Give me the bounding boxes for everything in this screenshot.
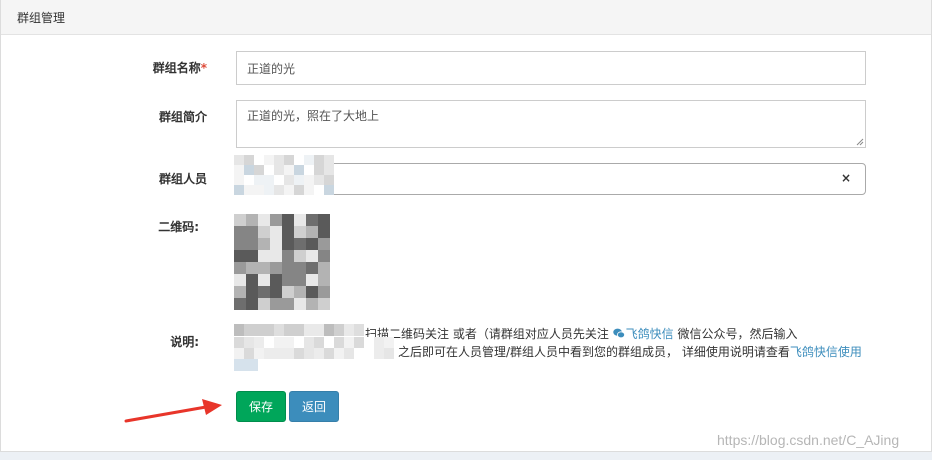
wechat-icon [612, 328, 625, 339]
panel-header: 群组管理 [1, 0, 931, 35]
description-label: 说明: [170, 335, 199, 349]
feige-usage-link[interactable]: 飞鸽快信使用 [790, 345, 862, 359]
page-title: 群组管理 [17, 11, 66, 25]
feige-link[interactable]: 飞鸽快信 [612, 327, 674, 341]
red-arrow-annotation [124, 399, 222, 423]
group-name-label: 群组名称* [152, 61, 207, 75]
blurred-description-end [234, 359, 258, 371]
back-button[interactable]: 返回 [289, 391, 339, 422]
description-line-1: 扫描二维码关注 或者（请群组对应人员先关注 飞鸽快信 微信公众号，然后输入 [365, 327, 798, 341]
blurred-description-start [234, 324, 364, 336]
qrcode-label: 二维码: [158, 220, 199, 234]
description-line-2: 之后即可在人员管理/群组人员中看到您的群组成员， 详细使用说明请查看飞鸽快信使用 [398, 345, 862, 359]
group-intro-textarea[interactable] [236, 100, 866, 148]
group-name-input[interactable] [236, 51, 866, 85]
clear-members-icon[interactable]: × [841, 171, 851, 185]
watermark: https://blog.csdn.net/C_AJing [717, 432, 900, 448]
blurred-member-tags [234, 155, 334, 195]
group-intro-label: 群组简介 [158, 110, 207, 124]
save-button[interactable]: 保存 [236, 391, 286, 422]
blurred-description-middle [234, 337, 394, 359]
qrcode-image [234, 214, 330, 310]
group-members-label: 群组人员 [158, 172, 207, 186]
required-mark: * [200, 61, 207, 75]
resize-grip-icon[interactable] [856, 138, 864, 146]
group-intro-wrapper [236, 100, 866, 148]
